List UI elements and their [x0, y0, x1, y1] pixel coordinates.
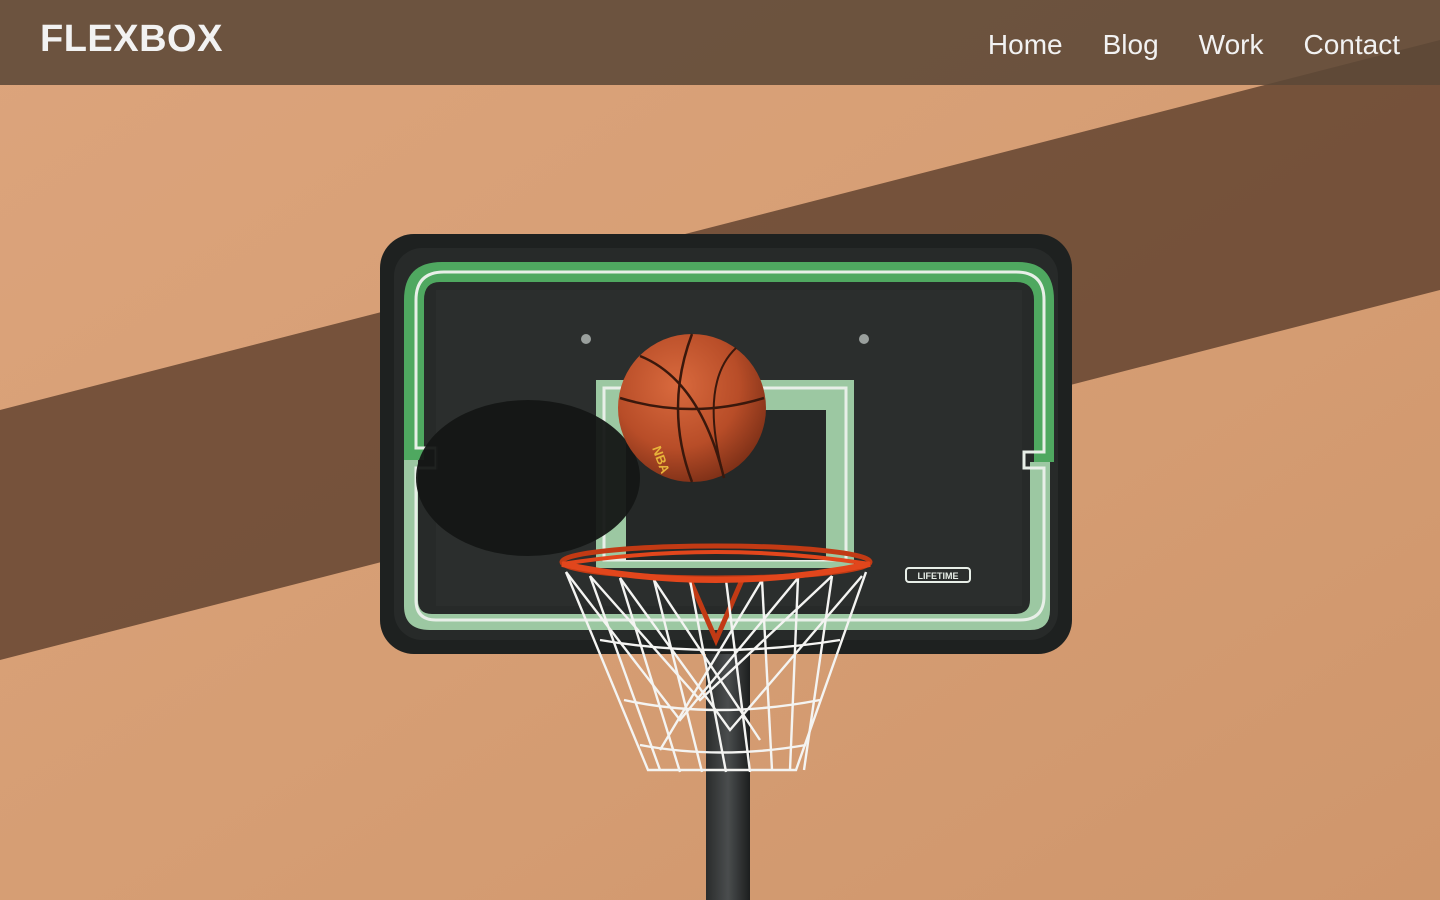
nav-link-home[interactable]: Home [988, 29, 1063, 61]
site-logo[interactable]: FLEXBOX [40, 18, 223, 61]
backboard-brand-text: LIFETIME [918, 571, 959, 581]
nav-link-work[interactable]: Work [1199, 29, 1264, 61]
hero-section: LIFETIME NBA FLEXBOX Home Blog Work Cont… [0, 0, 1440, 900]
hero-image: LIFETIME NBA [0, 0, 1440, 900]
main-nav: Home Blog Work Contact [988, 29, 1400, 61]
top-navigation-bar: FLEXBOX Home Blog Work Contact [0, 0, 1440, 85]
nav-link-contact[interactable]: Contact [1304, 29, 1401, 61]
basketball: NBA [618, 333, 766, 483]
nav-link-blog[interactable]: Blog [1103, 29, 1159, 61]
